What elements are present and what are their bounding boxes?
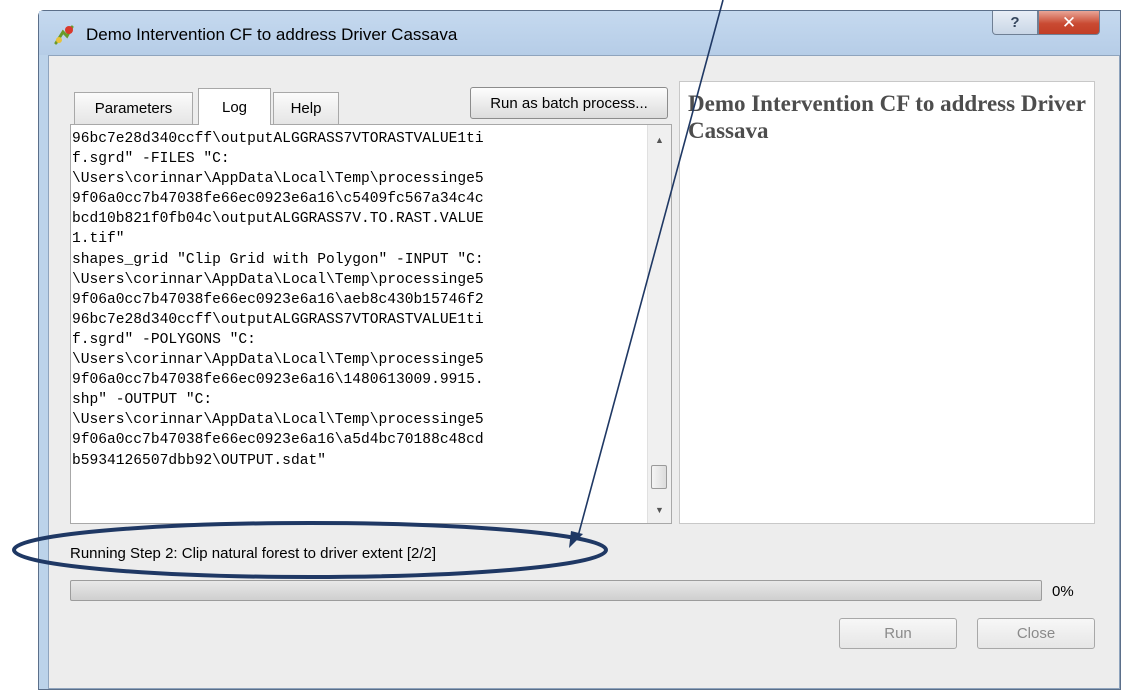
log-line: 9f06a0cc7b47038fe66ec0923e6a16\c5409fc56… — [72, 191, 484, 208]
tab-log[interactable]: Log — [198, 88, 271, 125]
tab-label: Parameters — [94, 100, 173, 117]
log-line: shp" -OUTPUT "C: — [72, 392, 213, 409]
log-line: 96bc7e28d340ccff\outputALGGRASS7VTORASTV… — [72, 131, 484, 147]
window-close-button[interactable]: ✕ — [1038, 11, 1100, 35]
log-text: 96bc7e28d340ccff\outputALGGRASS7VTORASTV… — [71, 129, 642, 471]
close-button[interactable]: Close — [977, 618, 1095, 649]
status-text: Running Step 2: Clip natural forest to d… — [70, 545, 437, 562]
log-line: 9f06a0cc7b47038fe66ec0923e6a16\148061300… — [72, 372, 484, 389]
scroll-thumb[interactable] — [651, 465, 667, 489]
log-line: \Users\corinnar\AppData\Local\Temp\proce… — [72, 171, 484, 188]
dialog-window: Demo Intervention CF to address Driver C… — [38, 10, 1121, 690]
scroll-up-arrow-icon[interactable]: ▲ — [648, 129, 671, 151]
window-title: Demo Intervention CF to address Driver C… — [86, 25, 458, 44]
log-scrollbar[interactable]: ▲ ▼ — [647, 125, 671, 523]
log-line: 9f06a0cc7b47038fe66ec0923e6a16\a5d4bc701… — [72, 432, 484, 449]
log-line: \Users\corinnar\AppData\Local\Temp\proce… — [72, 352, 484, 369]
tab-parameters[interactable]: Parameters — [74, 92, 193, 124]
run-button[interactable]: Run — [839, 618, 957, 649]
log-line: shapes_grid "Clip Grid with Polygon" -IN… — [72, 251, 484, 268]
log-line: b5934126507dbb92\OUTPUT.sdat" — [72, 452, 326, 469]
log-line: bcd10b821f0fb04c\outputALGGRASS7V.TO.RAS… — [72, 211, 484, 228]
tab-label: Help — [290, 100, 322, 117]
question-icon: ? — [1010, 14, 1020, 31]
algorithm-description-title: Demo Intervention CF to address Driver C… — [688, 91, 1086, 143]
description-pane: Demo Intervention CF to address Driver C… — [679, 81, 1095, 524]
close-icon: ✕ — [1061, 12, 1077, 32]
tab-help[interactable]: Help — [273, 92, 339, 124]
dialog-body: Parameters Log Help Run as batch process… — [48, 55, 1120, 689]
log-pane[interactable]: 96bc7e28d340ccff\outputALGGRASS7VTORASTV… — [70, 124, 672, 524]
log-line: f.sgrd" -FILES "C: — [72, 151, 230, 168]
progress-label: 0% — [1052, 583, 1074, 600]
log-line: \Users\corinnar\AppData\Local\Temp\proce… — [72, 271, 484, 288]
title-bar[interactable]: Demo Intervention CF to address Driver C… — [39, 11, 1120, 55]
tab-label: Log — [221, 98, 248, 116]
log-line: 96bc7e28d340ccff\outputALGGRASS7VTORASTV… — [72, 311, 484, 328]
log-line: f.sgrd" -POLYGONS "C: — [72, 331, 256, 348]
progress-bar — [70, 580, 1042, 601]
log-line: 1.tif" — [72, 231, 125, 248]
log-line: \Users\corinnar\AppData\Local\Temp\proce… — [72, 412, 484, 429]
scroll-down-arrow-icon[interactable]: ▼ — [648, 499, 671, 521]
help-button[interactable]: ? — [992, 11, 1038, 35]
log-line: 9f06a0cc7b47038fe66ec0923e6a16\aeb8c430b… — [72, 291, 484, 308]
run-as-batch-button[interactable]: Run as batch process... — [470, 87, 668, 119]
qgis-processing-icon — [54, 25, 74, 45]
